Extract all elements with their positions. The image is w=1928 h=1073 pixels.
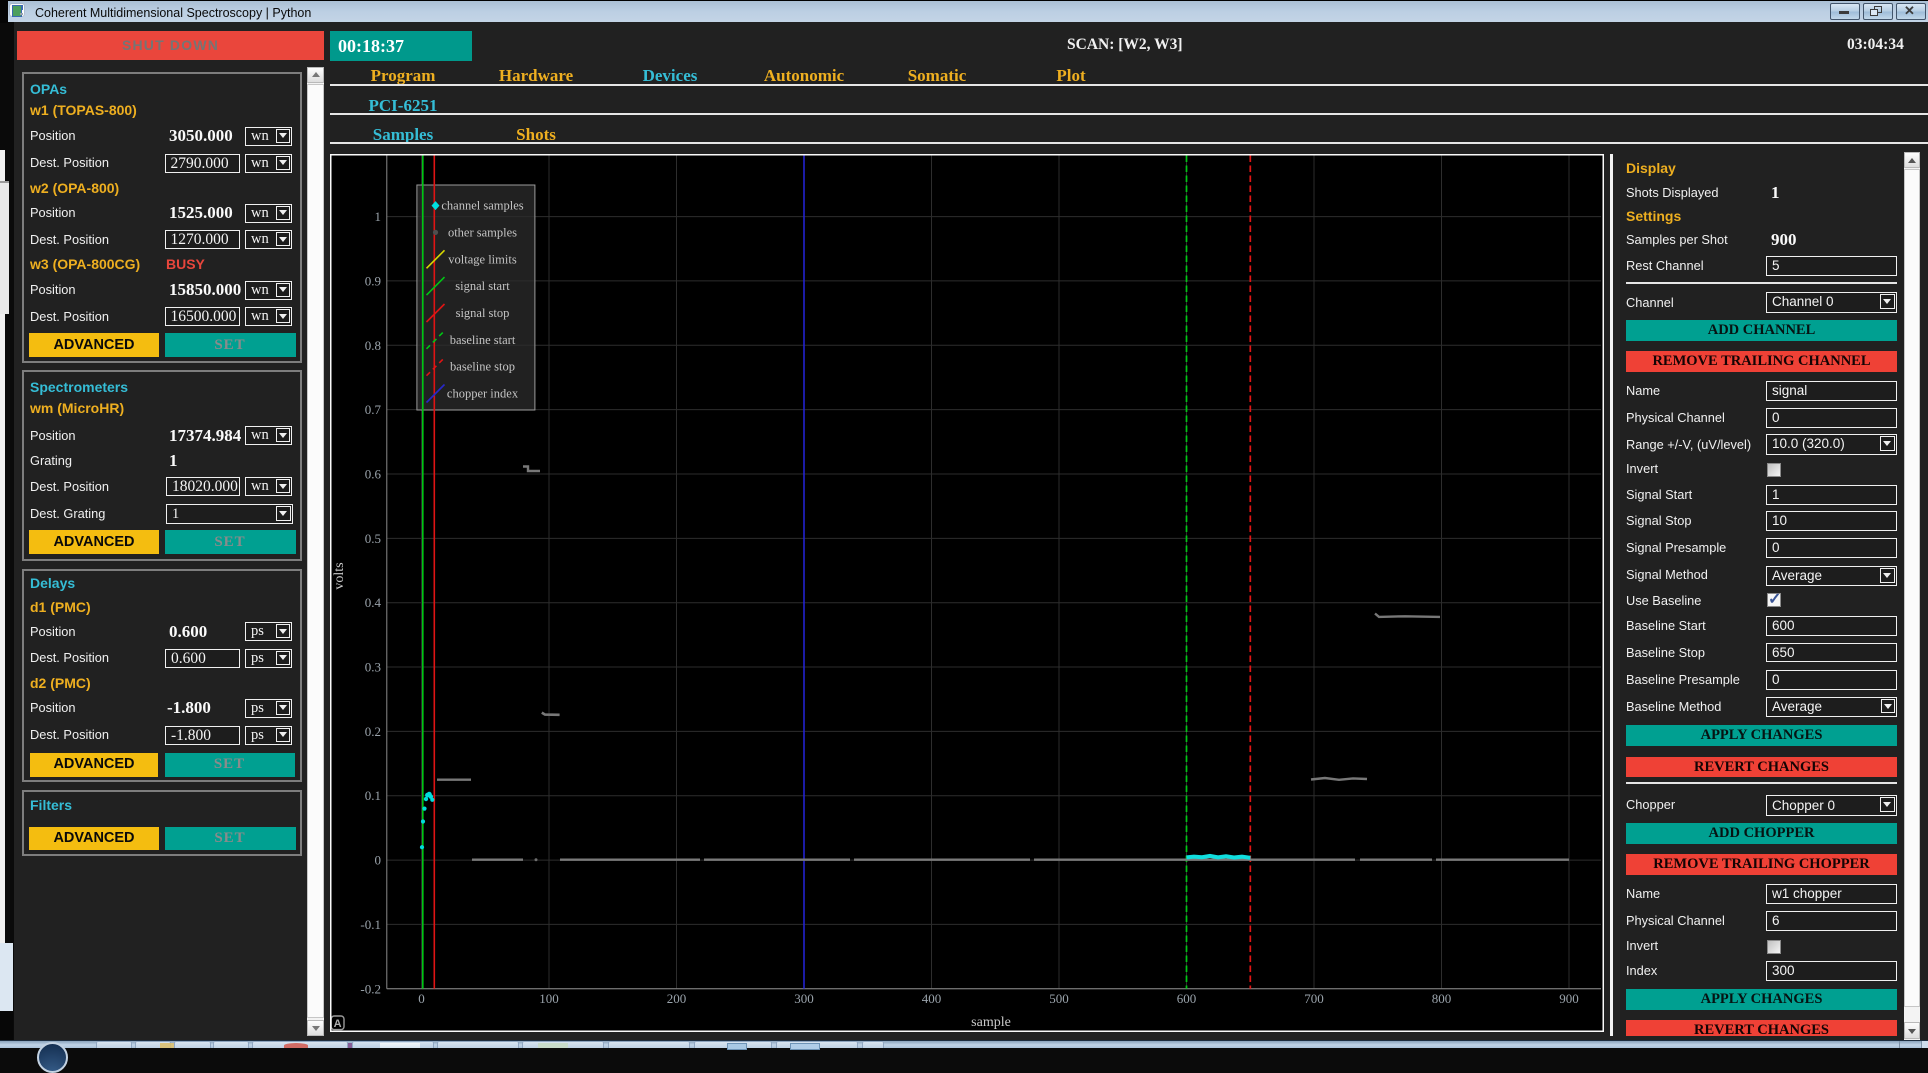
svg-text:100: 100: [539, 991, 559, 1006]
svg-text:channel samples: channel samples: [441, 199, 523, 213]
svg-text:0.6: 0.6: [365, 467, 382, 482]
svg-text:1: 1: [375, 209, 382, 224]
svg-text:sample: sample: [971, 1015, 1011, 1030]
svg-text:600: 600: [1177, 991, 1197, 1006]
svg-text:-0.2: -0.2: [360, 981, 381, 996]
svg-text:0.8: 0.8: [365, 338, 381, 353]
svg-text:chopper index: chopper index: [447, 387, 519, 401]
svg-text:700: 700: [1304, 991, 1324, 1006]
svg-text:0.9: 0.9: [365, 273, 381, 288]
svg-text:0.1: 0.1: [365, 788, 381, 803]
svg-text:signal stop: signal stop: [456, 306, 510, 320]
svg-text:baseline start: baseline start: [450, 333, 516, 347]
svg-text:400: 400: [922, 991, 942, 1006]
svg-text:0.7: 0.7: [365, 402, 382, 417]
svg-text:0.4: 0.4: [365, 595, 382, 610]
svg-text:500: 500: [1049, 991, 1069, 1006]
svg-text:other samples: other samples: [448, 225, 517, 239]
svg-text:900: 900: [1559, 991, 1579, 1006]
svg-text:200: 200: [667, 991, 687, 1006]
svg-text:0.5: 0.5: [365, 531, 381, 546]
svg-text:0.3: 0.3: [365, 660, 381, 675]
svg-text:0: 0: [375, 853, 382, 868]
svg-text:baseline stop: baseline stop: [450, 360, 515, 374]
svg-text:800: 800: [1432, 991, 1452, 1006]
svg-text:300: 300: [794, 991, 814, 1006]
svg-text:voltage limits: voltage limits: [448, 252, 517, 266]
svg-text:0.2: 0.2: [365, 724, 381, 739]
svg-text:-0.1: -0.1: [360, 917, 381, 932]
svg-text:0: 0: [418, 991, 425, 1006]
svg-text:A: A: [334, 1018, 342, 1030]
svg-text:volts: volts: [332, 562, 347, 589]
svg-text:signal start: signal start: [455, 279, 510, 293]
